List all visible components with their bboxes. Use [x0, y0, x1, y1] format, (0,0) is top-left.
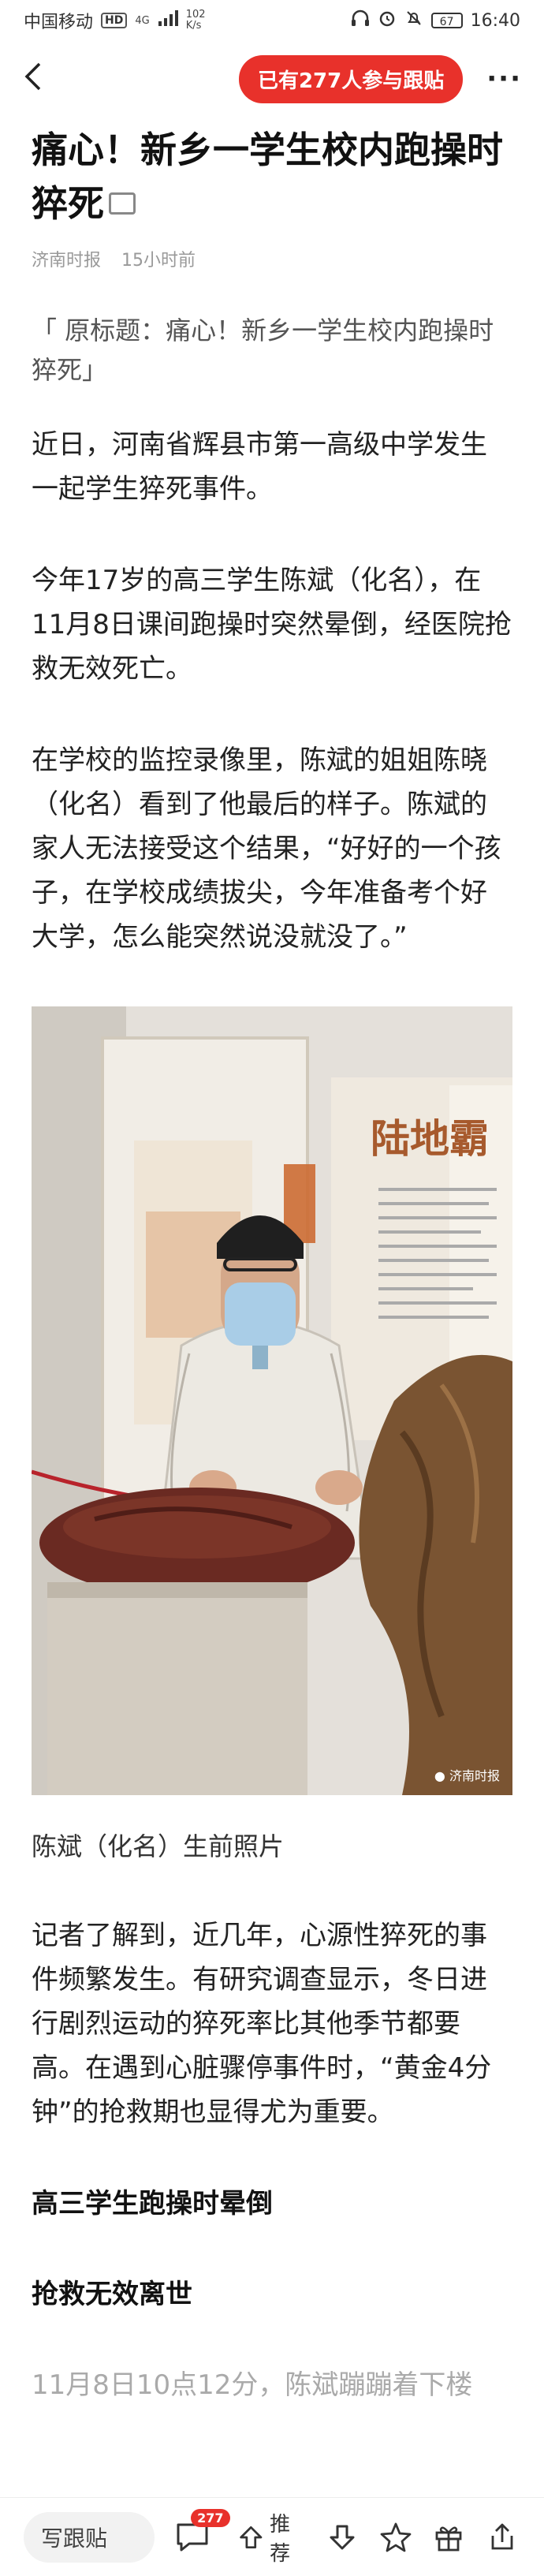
article-photo[interactable]: 陆地霸 ● 济南时报 — [32, 1006, 512, 1795]
speed-unit: K/s — [185, 20, 202, 32]
exhibit-panel-title: 陆地霸 — [371, 1115, 489, 1162]
bottom-bar: 写跟贴 277 推荐 — [0, 2497, 544, 2576]
thumb-down-icon — [330, 2525, 355, 2549]
upvote-button[interactable]: 推荐 — [238, 2508, 307, 2567]
downvote-button[interactable] — [324, 2518, 360, 2557]
clock: 16:40 — [470, 10, 520, 31]
comments-button[interactable]: 277 — [172, 2508, 230, 2559]
mute-icon — [404, 9, 423, 32]
gift-button[interactable] — [431, 2518, 468, 2557]
hd-badge: HD — [101, 13, 128, 28]
section-subhead: 高三学生跑操时晕倒 — [32, 2188, 273, 2219]
chevron-left-icon — [24, 62, 41, 90]
article-meta: 济南时报 15小时前 — [32, 246, 512, 271]
share-button[interactable] — [484, 2518, 520, 2557]
paragraph-faded: 11月8日10点12分，陈斌蹦蹦着下楼 — [32, 2369, 473, 2401]
signal-icon — [158, 10, 178, 31]
speed-value: 102 — [185, 9, 206, 21]
comment-count-badge: 277 — [191, 2508, 230, 2527]
follow-count-button[interactable]: 已有277人参与跟贴 — [238, 54, 464, 103]
thumb-up-icon — [239, 2526, 262, 2548]
photo-caption: 陈斌（化名）生前照片 — [32, 1831, 285, 1861]
comment-input[interactable]: 写跟贴 — [24, 2511, 155, 2563]
photo-watermark-text: 济南时报 — [449, 1768, 500, 1783]
article-title: 痛心！新乡一学生校内跑操时猝死 — [32, 129, 503, 225]
status-bar: 中国移动 HD 4G 102 K/s 67 16:40 — [0, 0, 544, 41]
nav-bar: 已有277人参与跟贴 ··· — [0, 41, 544, 117]
section-subhead: 抢救无效离世 — [32, 2279, 192, 2310]
alarm-icon — [378, 9, 397, 32]
net-speed: 102 K/s — [186, 9, 206, 32]
original-title-quote: 「 原标题：痛心！新乡一学生校内跑操时猝死」 — [32, 315, 494, 385]
share-icon — [491, 2523, 513, 2549]
headphones-icon — [351, 9, 370, 32]
back-button[interactable] — [22, 61, 54, 98]
status-left: 中国移动 HD 4G 102 K/s — [24, 8, 206, 33]
article-source[interactable]: 济南时报 — [32, 246, 101, 271]
photo-watermark: ● 济南时报 — [434, 1765, 500, 1784]
article-title-wrap: 痛心！新乡一学生校内跑操时猝死 — [32, 123, 512, 230]
paragraph: 在学校的监控录像里，陈斌的姐姐陈晓（化名）看到了他最后的样子。陈斌的家人无法接受… — [32, 745, 501, 953]
gift-icon — [436, 2526, 462, 2551]
comment-bubble-icon[interactable] — [109, 192, 136, 215]
favorite-button[interactable] — [378, 2518, 414, 2557]
vote-label: 推荐 — [270, 2512, 291, 2566]
status-right: 67 16:40 — [351, 9, 520, 32]
star-icon — [380, 2522, 412, 2552]
network-label: 4G — [135, 14, 150, 27]
wechat-icon: ● — [434, 1768, 445, 1783]
carrier-label: 中国移动 — [24, 13, 94, 32]
nav-right: 已有277人参与跟贴 ··· — [238, 54, 522, 103]
photo-illustration: 陆地霸 — [32, 1006, 512, 1795]
battery-indicator: 67 — [430, 13, 463, 28]
article-body: 痛心！新乡一学生校内跑操时猝死 济南时报 15小时前 「 原标题：痛心！新乡一学… — [0, 123, 544, 2407]
paragraph: 近日，河南省辉县市第一高级中学发生一起学生猝死事件。 — [32, 429, 487, 505]
paragraph: 今年17岁的高三学生陈斌（化名），在11月8日课间跑操时突然晕倒，经医院抢救无效… — [32, 565, 512, 685]
article-time: 15小时前 — [121, 251, 196, 271]
more-options-button[interactable]: ··· — [486, 63, 522, 95]
paragraph: 记者了解到，近几年，心源性猝死的事件频繁发生。有研究调查显示，冬日进行剧烈运动的… — [32, 1920, 492, 2128]
